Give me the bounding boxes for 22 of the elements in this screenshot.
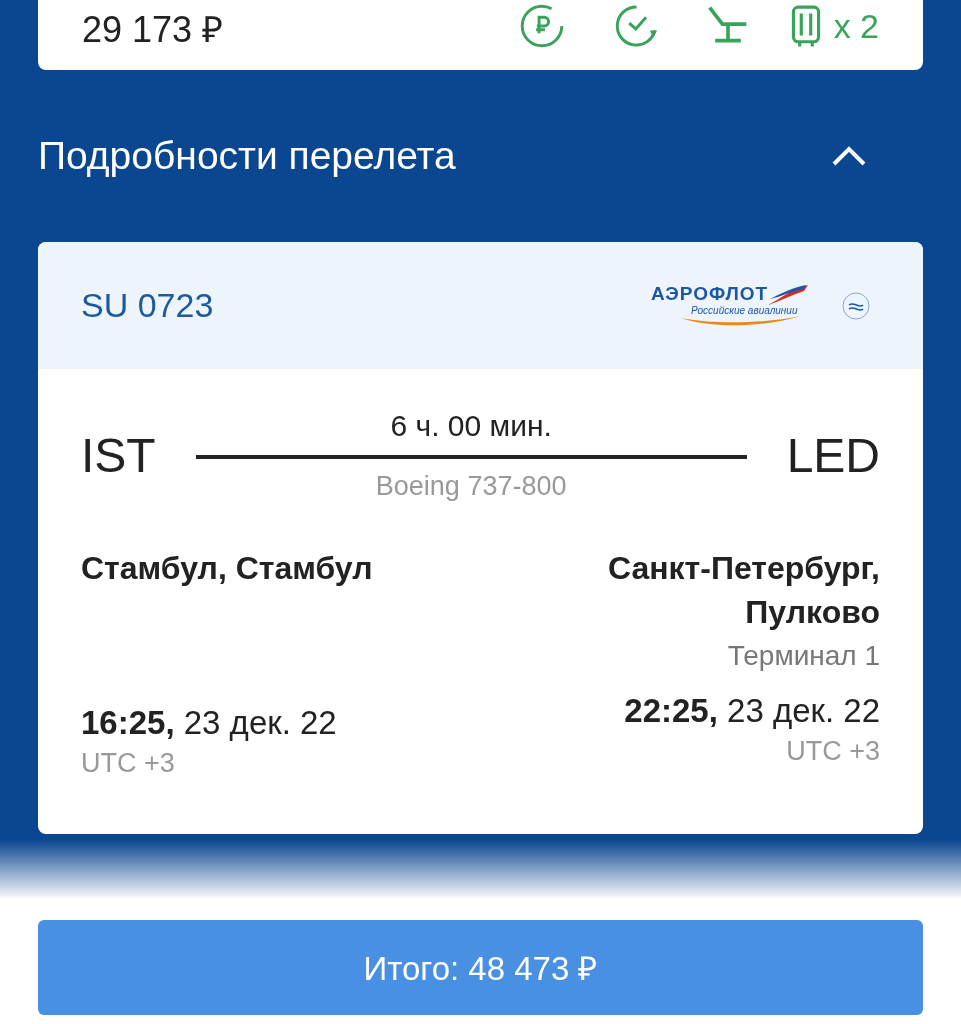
arrival-city: Санкт-Петербург, Пулково	[606, 549, 880, 632]
collapse-chevron-icon[interactable]	[831, 145, 867, 167]
flag-wing-icon	[768, 285, 809, 305]
swoosh-icon	[681, 316, 801, 328]
flight-duration: 6 ч. 00 мин.	[390, 409, 552, 443]
departure-timezone: UTC +3	[81, 748, 176, 779]
aircraft-type: Boeing 737-800	[375, 471, 567, 502]
arrival-terminal: Терминал 1	[727, 640, 880, 672]
airline-tagline: Российские авиалинии	[691, 305, 798, 316]
departure-code: IST	[81, 428, 156, 483]
price: 29 173 ₽	[82, 8, 224, 52]
departure-datetime: 16:25, 23 дек. 22	[81, 704, 338, 742]
departure-city: Стамбул, Стамбул	[81, 549, 373, 588]
alliance-icon	[841, 290, 871, 321]
arrival-code: LED	[786, 428, 880, 483]
arrival-datetime: 22:25, 23 дек. 22	[624, 692, 880, 730]
section-title: Подробности перелета	[38, 134, 456, 178]
baggage-count: x 2	[833, 6, 879, 46]
airline-name: АЭРОФЛОТ	[651, 283, 769, 305]
arrival-timezone: UTC +3	[786, 736, 880, 767]
flight-number: SU 0723	[81, 286, 215, 325]
total-button[interactable]: Итого: 48 473 ₽	[38, 920, 923, 1015]
